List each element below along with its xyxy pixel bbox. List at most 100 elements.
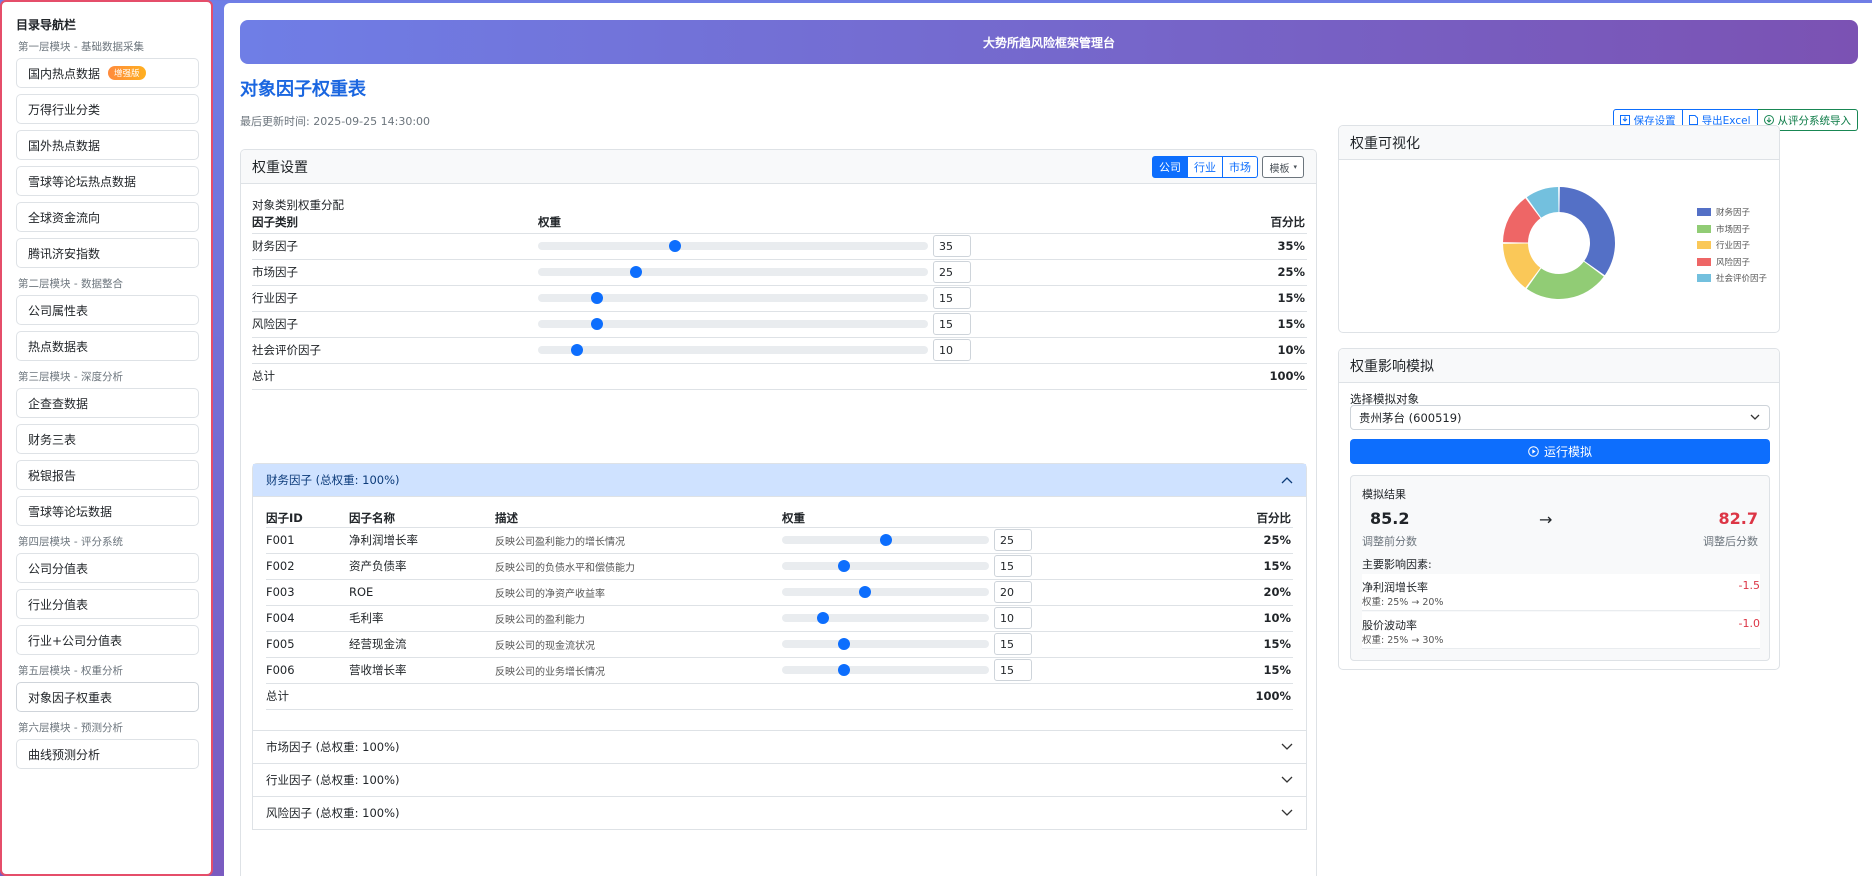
- legend-item: 市场因子: [1697, 221, 1767, 238]
- factor-weight-slider[interactable]: [782, 664, 989, 676]
- factor-description: 反映公司盈利能力的增长情况: [495, 527, 782, 554]
- accordion-header[interactable]: 风险因子 (总权重: 100%): [253, 797, 1306, 830]
- sidebar-item-label: 行业+公司分值表: [28, 633, 123, 648]
- weight-input[interactable]: 10: [933, 339, 971, 361]
- sidebar-section-title: 第二层模块 - 数据整合: [18, 278, 123, 290]
- factor-weight-input[interactable]: 15: [994, 555, 1032, 577]
- slider-cell: [782, 579, 994, 606]
- legend-swatch: [1697, 257, 1711, 266]
- template-dropdown[interactable]: 模板 ▾: [1262, 156, 1304, 178]
- result-title: 模拟结果: [1362, 488, 1406, 501]
- slider-thumb[interactable]: [838, 560, 851, 572]
- slider-cell: [538, 259, 933, 286]
- slider-thumb[interactable]: [629, 266, 642, 278]
- factor-weight-input[interactable]: 15: [994, 633, 1032, 655]
- factor-id: F004: [266, 605, 349, 632]
- slider-thumb[interactable]: [838, 638, 851, 650]
- sidebar-item[interactable]: 对象因子权重表: [16, 682, 199, 712]
- slider-cell: [538, 337, 933, 364]
- factor-weight-slider[interactable]: [782, 586, 989, 598]
- factor-weight-slider[interactable]: [782, 560, 989, 572]
- legend-swatch: [1697, 274, 1711, 283]
- factor-weight-input[interactable]: 20: [994, 581, 1032, 603]
- sidebar-item[interactable]: 雪球等论坛数据: [16, 496, 199, 526]
- weight-slider[interactable]: [538, 266, 928, 278]
- slider-thumb[interactable]: [879, 534, 892, 546]
- sim-title: 权重影响模拟: [1350, 358, 1434, 375]
- sidebar-item-label: 全球资金流向: [28, 210, 101, 225]
- score-after-label: 调整后分数: [1703, 535, 1758, 548]
- sidebar-item[interactable]: 企查查数据: [16, 388, 199, 418]
- sidebar-item-label: 国内热点数据: [28, 66, 101, 81]
- slider-cell: [538, 233, 933, 260]
- header-percent: 百分比: [1083, 212, 1307, 234]
- accordion-header-finance[interactable]: 财务因子 (总权重: 100%): [253, 464, 1306, 497]
- run-simulation-button[interactable]: 运行模拟: [1350, 439, 1770, 464]
- input-cell: 10: [994, 605, 1054, 632]
- slider-thumb[interactable]: [817, 612, 830, 624]
- sidebar-item[interactable]: 雪球等论坛热点数据: [16, 166, 199, 196]
- tab-industry[interactable]: 行业: [1188, 156, 1223, 178]
- chevron-down-icon: [1281, 809, 1293, 816]
- sidebar-item[interactable]: 公司分值表: [16, 553, 199, 583]
- sidebar-item[interactable]: 曲线预测分析: [16, 739, 199, 769]
- category-row: 社会评价因子 10 10%: [252, 337, 1307, 364]
- factor-weight-slider[interactable]: [782, 612, 989, 624]
- sidebar-item[interactable]: 财务三表: [16, 424, 199, 454]
- factor-percent: 15%: [1054, 631, 1293, 658]
- total-row: 总计 100%: [252, 363, 1307, 390]
- impact-factor-delta: -1.0: [1738, 617, 1760, 630]
- weight-slider[interactable]: [538, 318, 928, 330]
- sim-object-select[interactable]: 贵州茅台 (600519): [1350, 405, 1770, 430]
- legend-swatch: [1697, 208, 1711, 217]
- impact-factor-name: 净利润增长率: [1362, 581, 1428, 594]
- accordion-header[interactable]: 市场因子 (总权重: 100%): [253, 731, 1306, 764]
- factor-weight-input[interactable]: 25: [994, 529, 1032, 551]
- sidebar-section-title: 第五层模块 - 权重分析: [18, 665, 123, 677]
- slider-thumb[interactable]: [858, 586, 871, 598]
- sidebar-item-label: 腾讯济安指数: [28, 246, 101, 261]
- factor-description: 反映公司的盈利能力: [495, 605, 782, 632]
- sidebar-item[interactable]: 行业分值表: [16, 589, 199, 619]
- weight-slider[interactable]: [538, 292, 928, 304]
- factor-weight-slider[interactable]: [782, 638, 989, 650]
- sidebar-item[interactable]: 税银报告: [16, 460, 199, 490]
- factor-id: F002: [266, 553, 349, 580]
- weight-input[interactable]: 35: [933, 235, 971, 257]
- table-header-row: 因子ID 因子名称 描述 权重 百分比: [266, 509, 1293, 528]
- template-label: 模板: [1269, 163, 1290, 175]
- sidebar-item-label: 税银报告: [28, 468, 77, 483]
- weight-input[interactable]: 15: [933, 313, 971, 335]
- sidebar-item[interactable]: 国内热点数据 增强版: [16, 58, 199, 88]
- sidebar-item[interactable]: 行业+公司分值表: [16, 625, 199, 655]
- main-content: 大势所趋风险框架管理台 对象因子权重表 最后更新时间: 2025-09-25 1…: [224, 3, 1872, 876]
- accordion-header[interactable]: 行业因子 (总权重: 100%): [253, 764, 1306, 797]
- header-weight: 权重: [538, 212, 1083, 234]
- slider-thumb[interactable]: [590, 318, 603, 330]
- factor-description: 反映公司的净资产收益率: [495, 579, 782, 606]
- tab-market[interactable]: 市场: [1223, 156, 1258, 178]
- weight-slider[interactable]: [538, 344, 928, 356]
- sidebar-item[interactable]: 热点数据表: [16, 331, 199, 361]
- sidebar-item[interactable]: 万得行业分类: [16, 94, 199, 124]
- sidebar-item[interactable]: 腾讯济安指数: [16, 238, 199, 268]
- factor-weight-slider[interactable]: [782, 534, 989, 546]
- table-header-row: 因子类别 权重 百分比: [252, 212, 1307, 234]
- sidebar-item[interactable]: 公司属性表: [16, 295, 199, 325]
- sidebar-item[interactable]: 国外热点数据: [16, 130, 199, 160]
- slider-thumb[interactable]: [590, 292, 603, 304]
- accordion-title: 市场因子 (总权重: 100%): [266, 739, 400, 754]
- slider-thumb[interactable]: [571, 344, 583, 356]
- factor-weight-input[interactable]: 10: [994, 607, 1032, 629]
- factor-weight-input[interactable]: 15: [994, 659, 1032, 681]
- weight-slider[interactable]: [538, 240, 928, 252]
- factor-percent: 15%: [1054, 553, 1293, 580]
- tab-company[interactable]: 公司: [1152, 156, 1188, 178]
- impact-factor-row: 股价波动率 权重: 25% → 30% -1.0: [1362, 612, 1760, 649]
- factor-percent: 20%: [1054, 579, 1293, 606]
- weight-input[interactable]: 25: [933, 261, 971, 283]
- weight-input[interactable]: 15: [933, 287, 971, 309]
- sidebar-item[interactable]: 全球资金流向: [16, 202, 199, 232]
- slider-thumb[interactable]: [838, 664, 851, 676]
- slider-thumb[interactable]: [668, 240, 681, 252]
